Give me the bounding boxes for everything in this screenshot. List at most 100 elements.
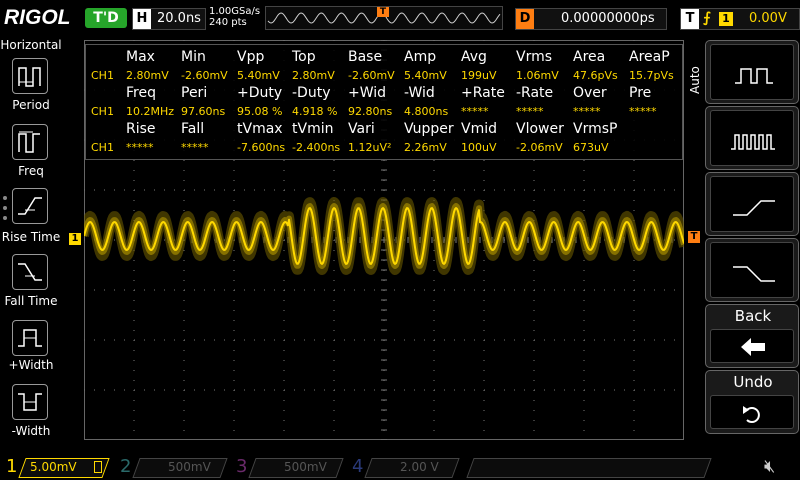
channel-2-number: 2 [120, 456, 132, 477]
measurement-name: Avg [461, 49, 487, 65]
measurement-name: Min [181, 49, 206, 65]
rising-edge-icon: ⨍ [703, 10, 711, 26]
measurement-value: ***** [461, 105, 489, 118]
channel-1-scale: 5.00mV [30, 460, 77, 474]
measurement-name: Rise [126, 121, 156, 137]
empty-status-area [466, 456, 712, 478]
measurement-value: ***** [181, 141, 209, 154]
measurement-value: 5.40mV [237, 69, 280, 82]
measurement-value: -2.06mV [516, 141, 563, 154]
trigger-level: 0.00V [749, 11, 787, 26]
pulse-slow-button[interactable] [705, 40, 799, 104]
measurement-name: Pre [629, 85, 652, 101]
trigger-level-marker[interactable]: T [688, 231, 700, 243]
ch1-ground-label: 1 [71, 233, 79, 244]
pulse-slow-display [710, 44, 794, 100]
measurement-name: Top [292, 49, 316, 65]
rise-time-label: Rise Time [1, 230, 61, 244]
horizontal-timebase-box[interactable]: H 20.0ns [132, 8, 206, 30]
measurement-name: Freq [126, 85, 156, 101]
measurement-name: +Wid [348, 85, 387, 101]
measurement-name: AreaP [629, 49, 670, 65]
undo-button[interactable]: Undo [705, 370, 799, 434]
run-status-badge[interactable]: T'D [85, 8, 127, 28]
frequency-button[interactable] [12, 124, 48, 160]
measurement-name: Vlower [516, 121, 564, 137]
empty-status-box [466, 458, 712, 478]
measurement-value: 4.800ns [404, 105, 449, 118]
fall-time-label: Fall Time [4, 294, 58, 308]
channel-3-tab[interactable]: 3 500mV [236, 456, 344, 478]
channel-1-number: 1 [6, 456, 18, 477]
measurement-value: 2.80mV [126, 69, 169, 82]
negative-width-icon [18, 393, 42, 411]
positive-width-label: +Width [8, 358, 54, 372]
measurement-value: -2.400ns [292, 141, 341, 154]
delay-box[interactable]: D 0.00000000ps [515, 8, 667, 30]
measurement-value: 15.7pVs [629, 69, 674, 82]
measurement-name: -Duty [292, 85, 331, 101]
positive-width-button[interactable] [12, 320, 48, 356]
pulse-fast-button[interactable] [705, 106, 799, 170]
rigol-logo: RIGOL [4, 6, 71, 29]
speaker-muted-icon[interactable]: 🔇︎ [764, 456, 775, 477]
measurement-value: ***** [126, 141, 154, 154]
trigger-position-marker[interactable]: T [377, 7, 389, 17]
fall-time-icon [18, 263, 42, 281]
measurement-value: ***** [573, 105, 601, 118]
negative-width-label: -Width [11, 424, 51, 438]
measure-left-menu: Horizontal Period Freq Rise Time Fall Ti… [0, 36, 62, 452]
memory-depth: 240 pts [209, 17, 247, 28]
fall-time-button[interactable] [12, 254, 48, 290]
channel-1-tab[interactable]: 1 5.00mV [6, 456, 110, 478]
measurement-value: 95.08 % [237, 105, 283, 118]
measurement-name: tVmin [292, 121, 334, 137]
channel-4-tab[interactable]: 4 2.00 V [352, 456, 460, 478]
back-icon-box [710, 329, 794, 363]
trigger-position-letter: T [379, 7, 387, 17]
trigger-box[interactable]: T ⨍ 1 0.00V [680, 8, 800, 30]
measurement-value: 47.6pVs [573, 69, 618, 82]
channel-4-scale: 2.00 V [400, 460, 439, 474]
negative-width-button[interactable] [12, 384, 48, 420]
measurement-channel-label: CH1 [91, 105, 114, 118]
measurement-value: 4.918 % [292, 105, 338, 118]
pulse-fast-icon [731, 134, 775, 150]
measurement-name: Vari [348, 121, 375, 137]
rise-time-button[interactable] [12, 188, 48, 224]
measurement-value: 92.80ns [348, 105, 393, 118]
trigger-level-label: T [690, 231, 698, 242]
measurement-name: Fall [181, 121, 205, 137]
falling-ramp-icon [733, 266, 775, 282]
measurement-value: 97.60ns [181, 105, 226, 118]
measurement-value: -7.600ns [237, 141, 286, 154]
channel-2-scale: 500mV [168, 460, 211, 474]
back-label: Back [734, 307, 772, 325]
measurement-name: Max [126, 49, 155, 65]
top-status-bar: RIGOL T'D H 20.0ns 1.00GSa/s 240 pts T D… [0, 0, 800, 36]
ch1-ground-marker[interactable]: 1 [69, 233, 81, 245]
measurement-value: -2.60mV [348, 69, 395, 82]
measurement-value: ***** [516, 105, 544, 118]
trigger-source: 1 [719, 12, 733, 26]
back-button[interactable]: Back [705, 304, 799, 368]
period-button[interactable] [12, 58, 48, 94]
measurement-name: Over [573, 85, 607, 101]
pulse-slow-icon [735, 68, 773, 84]
rising-ramp-icon [733, 200, 775, 216]
sample-rate: 1.00GSa/s [209, 6, 261, 17]
page-indicator [3, 196, 7, 226]
rising-ramp-button[interactable] [705, 172, 799, 236]
rise-time-icon [18, 197, 42, 215]
measurement-value: -2.60mV [181, 69, 228, 82]
memory-waveform-overview[interactable]: T [265, 6, 503, 30]
trigger-letter: T [681, 9, 699, 29]
channel-2-tab[interactable]: 2 500mV [120, 456, 228, 478]
falling-ramp-button[interactable] [705, 238, 799, 302]
measurement-value: 2.26mV [404, 141, 447, 154]
delay-letter: D [516, 9, 534, 29]
measurement-name: Peri [181, 85, 208, 101]
channel-4-number: 4 [352, 456, 364, 477]
channel-3-number: 3 [236, 456, 248, 477]
trigger-mode-tab[interactable]: Auto [686, 42, 702, 102]
